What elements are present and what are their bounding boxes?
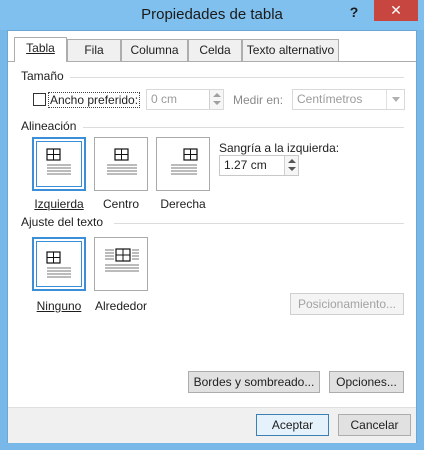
wrap-none-label: Ninguno	[36, 299, 82, 313]
tab-celda[interactable]: Celda	[188, 39, 242, 61]
indent-input[interactable]: 1.27 cm	[219, 155, 299, 176]
preferred-width-value: 0 cm	[151, 92, 178, 106]
wrapping-heading: Ajuste del texto	[21, 215, 104, 229]
wrap-around-frame	[99, 242, 143, 286]
spin-down-icon	[213, 101, 221, 105]
measure-select[interactable]: Centímetros	[292, 89, 405, 110]
align-center-frame	[99, 142, 143, 186]
preferred-width-input[interactable]: 0 cm	[146, 89, 224, 110]
alignment-heading: Alineación	[21, 119, 77, 133]
align-center-option[interactable]	[94, 137, 148, 191]
wrap-none-option[interactable]	[32, 237, 86, 291]
align-center-label: Centro	[102, 197, 140, 211]
wrap-none-frame	[36, 241, 82, 287]
indent-value: 1.27 cm	[224, 158, 267, 172]
preferred-width-label[interactable]: Ancho preferido:	[48, 92, 141, 108]
options-button[interactable]: Opciones...	[329, 371, 404, 393]
tab-celda-label: Celda	[199, 43, 231, 57]
wrap-around-icon	[105, 248, 139, 272]
align-left-option[interactable]	[32, 137, 86, 191]
wrap-none-icon	[46, 251, 71, 278]
align-left-icon	[46, 148, 71, 175]
align-right-frame	[161, 142, 205, 186]
ok-button[interactable]: Aceptar	[256, 414, 329, 436]
measure-value: Centímetros	[297, 92, 363, 106]
tab-strip-border	[8, 61, 416, 62]
align-right-label: Derecha	[160, 197, 206, 211]
tab-fila-label: Fila	[84, 43, 104, 57]
tab-tabla[interactable]: Tabla	[14, 37, 67, 62]
positioning-button[interactable]: Posicionamiento...	[290, 293, 404, 315]
alignment-divider	[83, 127, 404, 128]
wrapping-divider	[114, 223, 404, 224]
borders-shading-button[interactable]: Bordes y sombreado...	[188, 371, 320, 393]
indent-spinner[interactable]	[284, 156, 298, 175]
size-divider	[70, 77, 404, 78]
tab-texto-alternativo-label: Texto alternativo	[246, 43, 335, 57]
spin-up-icon	[213, 93, 221, 97]
dialog-body: Tabla Fila Columna Celda Texto alternati…	[7, 30, 417, 443]
align-left-label: Izquierda	[34, 197, 84, 211]
title-bar: Propiedades de tabla ? ✕	[0, 0, 424, 30]
tab-fila[interactable]: Fila	[67, 39, 121, 61]
wrap-around-label: Alrededor	[94, 299, 148, 313]
wrap-around-option[interactable]	[94, 237, 148, 291]
chevron-down-icon	[386, 90, 404, 109]
spin-down-icon	[288, 167, 296, 171]
preferred-width-checkbox[interactable]	[33, 93, 46, 106]
width-spinner[interactable]	[209, 90, 223, 109]
tab-tabla-label: Tabla	[26, 41, 55, 55]
cancel-button[interactable]: Cancelar	[338, 414, 411, 436]
measure-label: Medir en:	[233, 93, 284, 107]
align-right-icon	[171, 148, 198, 175]
spin-up-icon	[288, 159, 296, 163]
align-left-frame	[36, 141, 82, 187]
tab-texto-alternativo[interactable]: Texto alternativo	[242, 39, 339, 61]
indent-label: Sangría a la izquierda:	[219, 141, 340, 155]
align-center-icon	[107, 148, 137, 175]
dialog-footer: Aceptar Cancelar	[8, 407, 416, 443]
close-button[interactable]: ✕	[374, 0, 418, 21]
size-heading: Tamaño	[21, 69, 64, 83]
help-button[interactable]: ?	[342, 2, 366, 22]
align-right-option[interactable]	[156, 137, 210, 191]
tab-columna[interactable]: Columna	[121, 39, 188, 61]
tab-columna-label: Columna	[130, 43, 179, 57]
